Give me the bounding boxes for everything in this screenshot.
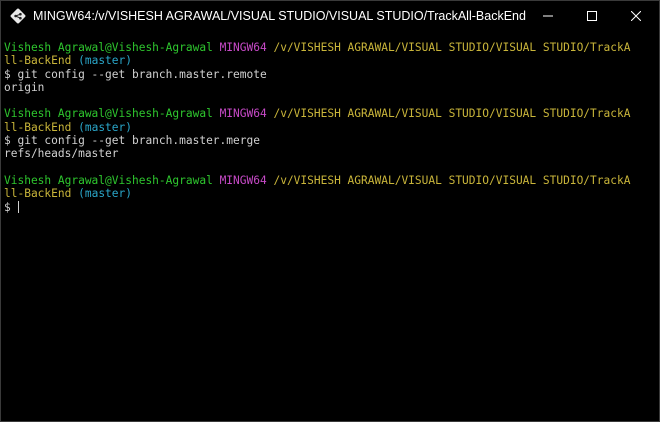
prompt-line-continued: ll-BackEnd (master)	[4, 121, 644, 134]
prompt-path: /v/VISHESH AGRAWAL/VISUAL STUDIO/VISUAL …	[273, 41, 631, 54]
prompt-user: Vishesh Agrawal@Vishesh-Agrawal	[4, 41, 213, 54]
input-line[interactable]: $	[4, 200, 644, 214]
git-bash-icon[interactable]	[10, 8, 26, 24]
prompt-line: Vishesh Agrawal@Vishesh-Agrawal MINGW64 …	[4, 41, 644, 54]
prompt-branch: (master)	[78, 54, 132, 68]
prompt-shell: MINGW64	[219, 107, 267, 121]
text-cursor	[18, 200, 20, 213]
command-line: $ git config --get branch.master.merge	[4, 134, 260, 148]
prompt-user: Vishesh Agrawal@Vishesh-Agrawal	[4, 173, 213, 187]
command-line: $ git config --get branch.master.remote	[4, 67, 267, 81]
terminal-output[interactable]: Vishesh Agrawal@Vishesh-Agrawal MINGW64 …	[4, 41, 644, 421]
input-prompt: $	[4, 200, 18, 214]
prompt-branch: (master)	[78, 120, 132, 134]
minimize-icon	[543, 11, 553, 21]
window-title: MINGW64:/v/VISHESH AGRAWAL/VISUAL STUDIO…	[33, 9, 526, 23]
title-bar[interactable]: MINGW64:/v/VISHESH AGRAWAL/VISUAL STUDIO…	[1, 1, 659, 31]
prompt-path: /v/VISHESH AGRAWAL/VISUAL STUDIO/VISUAL …	[273, 173, 631, 187]
git-bash-window: MINGW64:/v/VISHESH AGRAWAL/VISUAL STUDIO…	[0, 0, 660, 422]
prompt-line-continued: ll-BackEnd (master)	[4, 187, 644, 200]
prompt-branch: (master)	[78, 187, 132, 201]
prompt-shell: MINGW64	[219, 173, 267, 187]
scrollbar[interactable]	[648, 32, 658, 421]
command-output: origin	[4, 80, 45, 94]
prompt-line: Vishesh Agrawal@Vishesh-Agrawal MINGW64 …	[4, 107, 644, 120]
prompt-line-continued: ll-BackEnd (master)	[4, 54, 644, 67]
minimize-button[interactable]	[526, 1, 570, 31]
prompt-path-continued: ll-BackEnd	[4, 120, 72, 134]
close-icon	[631, 11, 641, 21]
prompt-path-continued: ll-BackEnd	[4, 54, 72, 68]
command-output: refs/heads/master	[4, 147, 119, 161]
maximize-icon	[587, 11, 597, 21]
prompt-user: Vishesh Agrawal@Vishesh-Agrawal	[4, 107, 213, 121]
prompt-shell: MINGW64	[219, 41, 267, 54]
close-button[interactable]	[614, 1, 658, 31]
prompt-path-continued: ll-BackEnd	[4, 187, 72, 201]
prompt-path: /v/VISHESH AGRAWAL/VISUAL STUDIO/VISUAL …	[273, 107, 631, 121]
maximize-button[interactable]	[570, 1, 614, 31]
prompt-line: Vishesh Agrawal@Vishesh-Agrawal MINGW64 …	[4, 174, 644, 187]
